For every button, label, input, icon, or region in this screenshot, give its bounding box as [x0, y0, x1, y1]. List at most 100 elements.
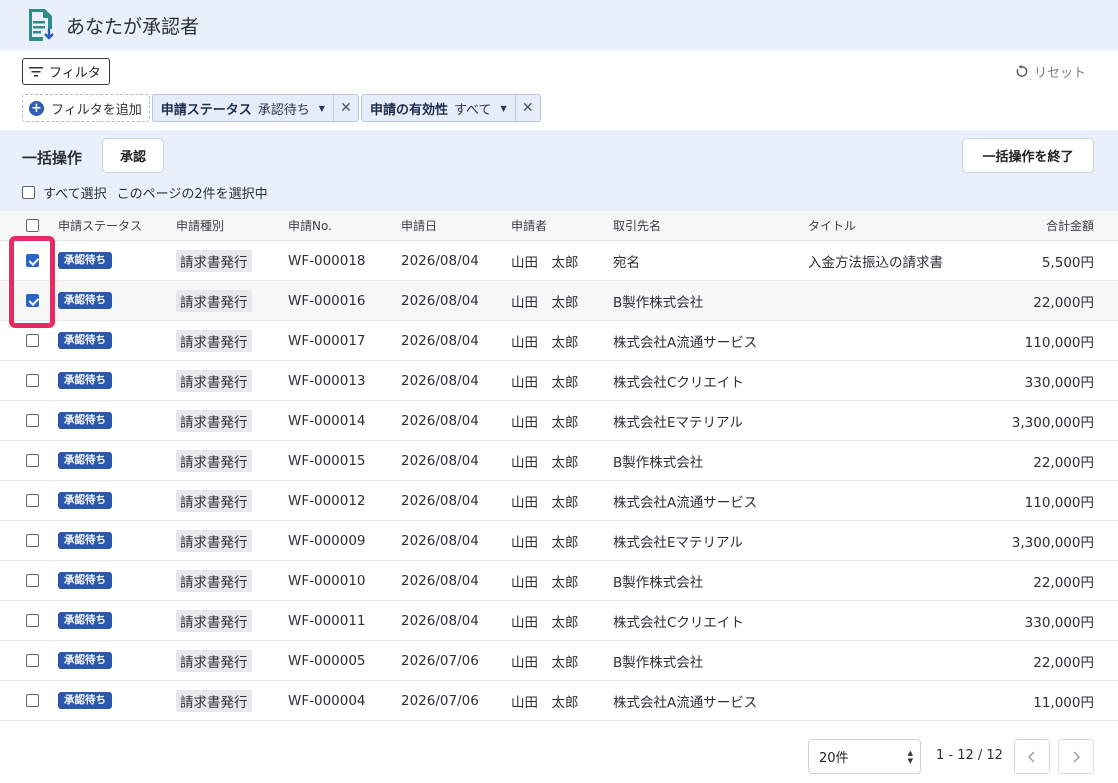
filter-button-label: フィルタ	[49, 66, 101, 81]
end-bulk-button[interactable]: 一括操作を終了	[962, 138, 1094, 173]
request-date: 2026/08/04	[401, 572, 479, 589]
type-cell: 請求書発行	[176, 441, 252, 480]
status-badge: 承認待ち	[58, 252, 112, 269]
page-header: あなたが承認者	[0, 0, 1118, 50]
add-filter-button[interactable]: + フィルタを追加	[22, 94, 150, 122]
column-header-title[interactable]: タイトル	[808, 211, 856, 240]
table-row[interactable]: 承認待ち 請求書発行 WF-000010 2026/08/04 山田 太郎 B製作株式会社…	[0, 561, 1118, 601]
table-row[interactable]: 承認待ち 請求書発行 WF-000012 2026/08/04 山田 太郎 株式会社A流通…	[0, 481, 1118, 521]
request-date: 2026/08/04	[401, 372, 479, 389]
column-header-type[interactable]: 申請種別	[176, 211, 224, 240]
column-header-applicant[interactable]: 申請者	[511, 211, 547, 240]
table-row[interactable]: 承認待ち 請求書発行 WF-000016 2026/08/04 山田 太郎 B製作株式会社…	[0, 281, 1118, 321]
request-no: WF-000017	[288, 332, 366, 349]
per-page-select[interactable]: 20件 ▲ ▼	[808, 739, 921, 774]
add-filter-label: フィルタを追加	[51, 102, 142, 118]
close-icon[interactable]: ✕	[516, 95, 540, 121]
header-checkbox[interactable]	[26, 219, 39, 232]
total-amount: 110,000円	[1024, 494, 1094, 511]
status-cell: 承認待ち	[58, 441, 112, 480]
approve-button[interactable]: 承認	[102, 138, 164, 173]
table-row[interactable]: 承認待ち 請求書発行 WF-000009 2026/08/04 山田 太郎 株式会社Eマテ…	[0, 521, 1118, 561]
table-row[interactable]: 承認待ち 請求書発行 WF-000014 2026/08/04 山田 太郎 株式会社Eマテ…	[0, 401, 1118, 441]
filter-chip-status: 申請ステータス 承認待ち ▼ ✕	[151, 94, 359, 122]
pagination: 20件 ▲ ▼ 1 - 12 / 12	[0, 722, 1118, 783]
applicant: 山田 太郎	[511, 614, 579, 631]
request-no: WF-000018	[288, 252, 366, 269]
bulk-label: 一括操作	[22, 149, 83, 167]
reset-icon	[1016, 65, 1028, 77]
column-header-partner[interactable]: 取引先名	[613, 211, 661, 240]
status-cell: 承認待ち	[58, 521, 112, 560]
column-header-status[interactable]: 申請ステータス	[58, 211, 142, 240]
chevron-right-icon	[1073, 750, 1081, 763]
type-tag: 請求書発行	[176, 609, 252, 632]
status-badge: 承認待ち	[58, 452, 112, 469]
table-row[interactable]: 承認待ち 請求書発行 WF-000011 2026/08/04 山田 太郎 株式会社Cクリ…	[0, 601, 1118, 641]
filter-chip-validity: 申請の有効性 すべて ▼ ✕	[360, 94, 541, 122]
select-all-label: すべて選択	[43, 187, 107, 202]
reset-button[interactable]: リセット	[1015, 62, 1086, 81]
table-row[interactable]: 承認待ち 請求書発行 WF-000015 2026/08/04 山田 太郎 B製作株式会社…	[0, 441, 1118, 481]
status-cell: 承認待ち	[58, 281, 112, 320]
row-checkbox[interactable]	[26, 374, 39, 387]
table-row[interactable]: 承認待ち 請求書発行 WF-000017 2026/08/04 山田 太郎 株式会社A流通…	[0, 321, 1118, 361]
row-checkbox[interactable]	[26, 694, 39, 707]
filter-icon	[29, 66, 43, 76]
row-checkbox[interactable]	[26, 494, 39, 507]
request-no: WF-000005	[288, 652, 366, 669]
column-header-date[interactable]: 申請日	[401, 211, 437, 240]
type-tag: 請求書発行	[176, 249, 252, 272]
total-amount: 5,500円	[1041, 254, 1094, 271]
type-cell: 請求書発行	[176, 681, 252, 720]
per-page-value: 20件	[819, 751, 849, 766]
total-amount: 22,000円	[1033, 654, 1094, 671]
partner-name: 株式会社Eマテリアル	[613, 414, 743, 431]
request-no: WF-000009	[288, 532, 366, 549]
row-checkbox[interactable]	[26, 414, 39, 427]
filter-chip-status-dropdown[interactable]: 申請ステータス 承認待ち ▼	[153, 95, 334, 121]
filter-chip-validity-dropdown[interactable]: 申請の有効性 すべて ▼	[362, 95, 516, 121]
table-body: 承認待ち 請求書発行 WF-000018 2026/08/04 山田 太郎 宛名 入金方法振…	[0, 241, 1118, 721]
partner-name: 株式会社Cクリエイト	[613, 614, 744, 631]
chevron-left-icon	[1027, 750, 1035, 763]
request-date: 2026/08/04	[401, 412, 479, 429]
partner-name: B製作株式会社	[613, 454, 704, 471]
applicant: 山田 太郎	[511, 494, 579, 511]
caret-down-icon: ▼	[318, 103, 325, 113]
status-badge: 承認待ち	[58, 372, 112, 389]
row-checkbox[interactable]	[26, 334, 39, 347]
select-all: すべて選択 このページの2件を選択中	[22, 183, 268, 202]
prev-page-button[interactable]	[1014, 739, 1050, 774]
selection-highlight	[9, 236, 55, 328]
table-row[interactable]: 承認待ち 請求書発行 WF-000013 2026/08/04 山田 太郎 株式会社Cクリ…	[0, 361, 1118, 401]
close-icon[interactable]: ✕	[334, 95, 358, 121]
filter-area: フィルタ リセット + フィルタを追加 申請ステータス 承認待ち ▼ ✕ 申請の…	[0, 50, 1118, 130]
status-badge: 承認待ち	[58, 532, 112, 549]
total-amount: 22,000円	[1033, 294, 1094, 311]
row-checkbox[interactable]	[26, 574, 39, 587]
caret-down-icon: ▼	[500, 103, 507, 113]
column-header-no[interactable]: 申請No.	[288, 211, 332, 240]
filter-button[interactable]: フィルタ	[22, 58, 110, 85]
row-checkbox[interactable]	[26, 454, 39, 467]
partner-name: 株式会社Cクリエイト	[613, 374, 744, 391]
type-cell: 請求書発行	[176, 601, 252, 640]
table-row[interactable]: 承認待ち 請求書発行 WF-000018 2026/08/04 山田 太郎 宛名 入金方法振…	[0, 241, 1118, 281]
column-header-amount[interactable]: 合計金額	[1046, 211, 1094, 240]
status-badge: 承認待ち	[58, 692, 112, 709]
row-checkbox[interactable]	[26, 534, 39, 547]
chip-key: 申請の有効性	[369, 102, 448, 118]
type-tag: 請求書発行	[176, 489, 252, 512]
row-checkbox[interactable]	[26, 614, 39, 627]
request-no: WF-000014	[288, 412, 366, 429]
table-row[interactable]: 承認待ち 請求書発行 WF-000004 2026/07/06 山田 太郎 株式会社A流通…	[0, 681, 1118, 721]
next-page-button[interactable]	[1058, 739, 1094, 774]
row-checkbox[interactable]	[26, 654, 39, 667]
applicant: 山田 太郎	[511, 454, 579, 471]
select-all-checkbox[interactable]	[22, 186, 35, 199]
partner-name: B製作株式会社	[613, 294, 704, 311]
type-cell: 請求書発行	[176, 481, 252, 520]
table-row[interactable]: 承認待ち 請求書発行 WF-000005 2026/07/06 山田 太郎 B製作株式会社…	[0, 641, 1118, 681]
applicant: 山田 太郎	[511, 334, 579, 351]
